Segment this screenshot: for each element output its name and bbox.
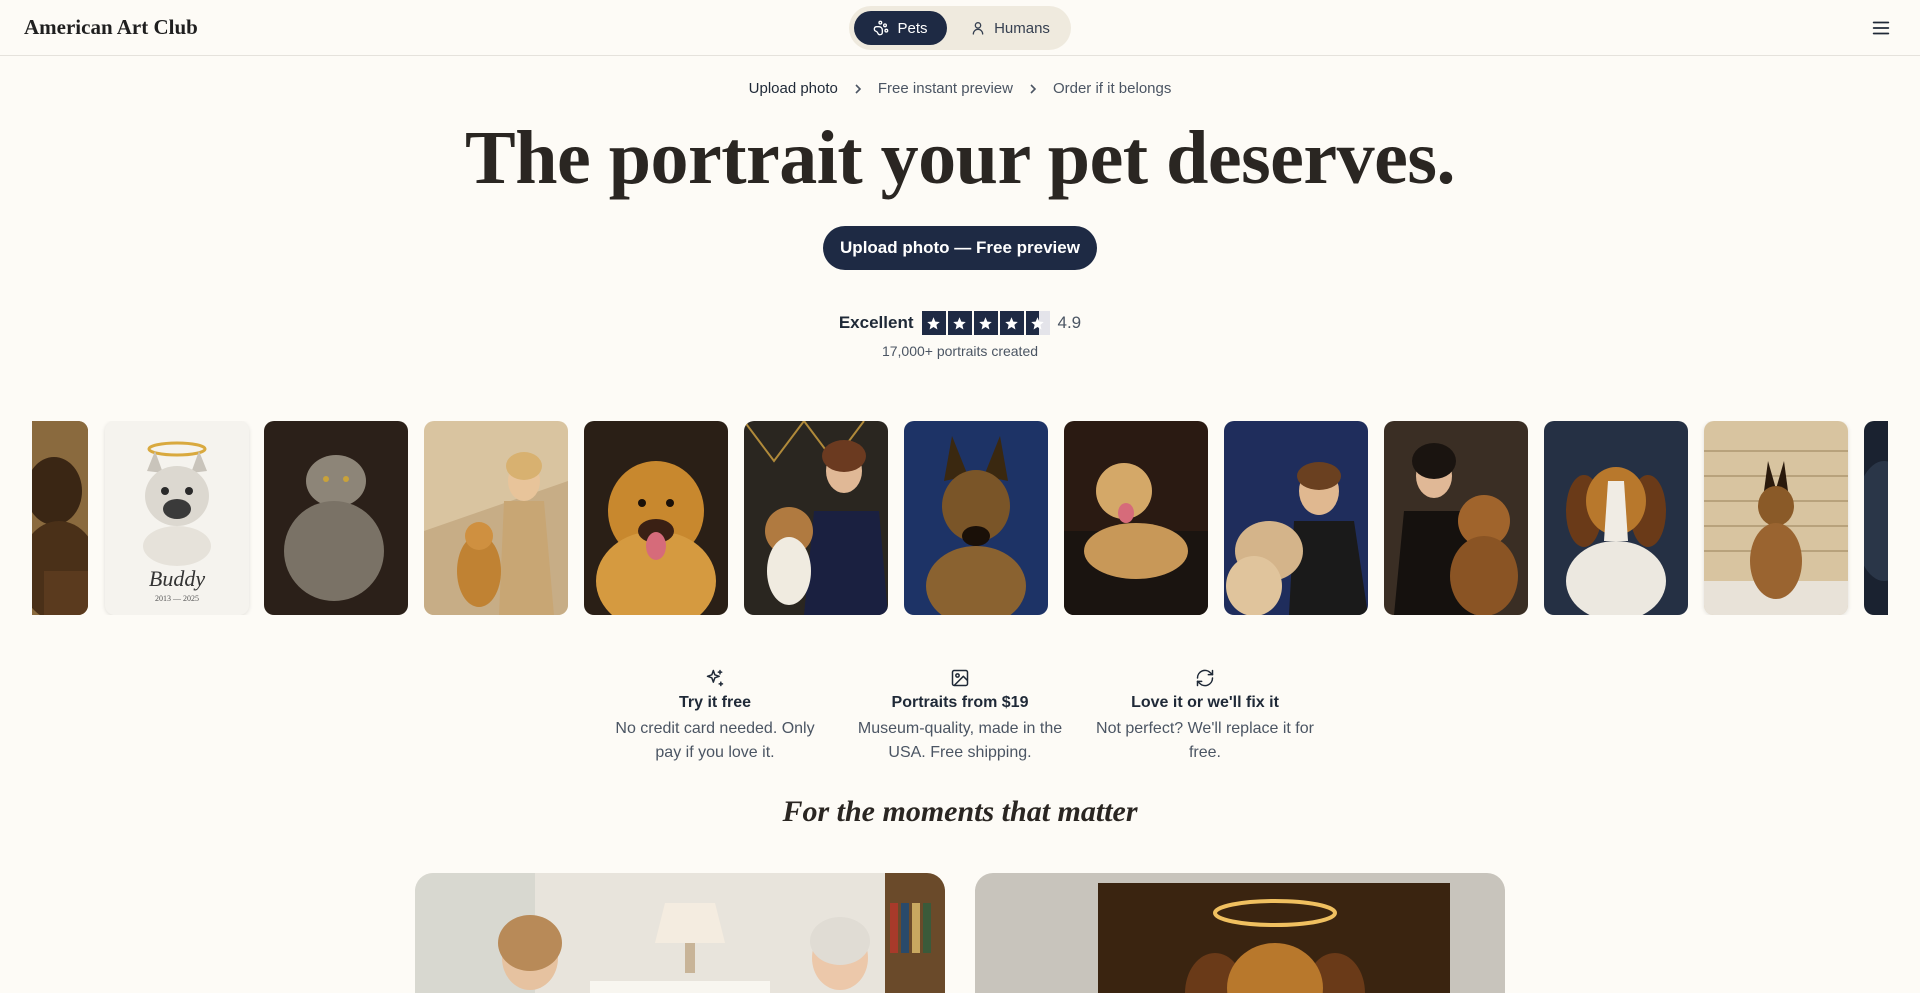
menu-button[interactable] [1870, 17, 1892, 39]
chevron-right-icon [855, 83, 862, 94]
dark-portrait-image [1864, 421, 1888, 615]
feature-description: No credit card needed. Only pay if you l… [615, 720, 815, 761]
star-rating [921, 311, 1050, 335]
hero-title: The portrait your pet deserves. [465, 116, 1455, 200]
family-with-portrait-image [415, 873, 945, 993]
half-star-icon [1025, 311, 1050, 335]
grey-cat-portrait-image [264, 421, 408, 615]
brand-logo[interactable]: American Art Club [24, 15, 198, 40]
menu-icon [1872, 21, 1890, 35]
feature-try-free: Try it free No credit card needed. Only … [601, 668, 829, 765]
gallery-tile[interactable] [584, 421, 728, 615]
boy-with-dog-image [1224, 421, 1368, 615]
gallery-tile[interactable] [32, 421, 88, 615]
golden-retriever-with-woman-image [424, 421, 568, 615]
gallery-tile[interactable] [1224, 421, 1368, 615]
portrait-gallery[interactable]: Buddy 2013 — 2025 [32, 421, 1888, 615]
gallery-tile[interactable] [1064, 421, 1208, 615]
person-icon [972, 22, 984, 35]
paw-icon [874, 20, 889, 36]
gallery-tile[interactable] [424, 421, 568, 615]
feature-pricing: Portraits from $19 Museum-quality, made … [846, 668, 1074, 765]
star-icon [921, 311, 946, 335]
gallery-tile[interactable] [1384, 421, 1528, 615]
gallery-tile[interactable] [264, 421, 408, 615]
moment-card-memorial[interactable] [975, 873, 1505, 993]
feature-title: Love it or we'll fix it [1131, 694, 1279, 711]
moment-card-family[interactable] [415, 873, 945, 993]
star-icon [999, 311, 1024, 335]
feature-title: Try it free [678, 694, 752, 711]
feature-description: Not perfect? We'll replace it for free. [1096, 720, 1314, 761]
feature-guarantee: Love it or we'll fix it Not perfect? We'… [1091, 668, 1319, 765]
toggle-pets-button[interactable]: Pets [854, 11, 947, 45]
star-icon [973, 311, 998, 335]
toggle-humans-label: Humans [994, 19, 1050, 37]
gallery-tile[interactable] [1704, 421, 1848, 615]
portraits-count: 17,000+ portraits created [881, 343, 1039, 359]
moments-heading: For the moments that matter [782, 795, 1138, 828]
rating-score: 4.9 [1057, 313, 1082, 332]
german-shepherd-blue-image [904, 421, 1048, 615]
beagle-portrait-image [1544, 421, 1688, 615]
memorial-name: Buddy [148, 566, 206, 591]
golden-retriever-portrait-image [584, 421, 728, 615]
feature-description: Museum-quality, made in the USA. Free sh… [857, 720, 1063, 761]
gallery-tile[interactable] [904, 421, 1048, 615]
woman-with-boxer-image [1384, 421, 1528, 615]
rating-label: Excellent [838, 313, 914, 332]
sparkle-icon [706, 669, 724, 687]
beagle-with-woman-image [744, 421, 888, 615]
gallery-tile[interactable] [1864, 421, 1888, 615]
gallery-tile[interactable]: Buddy 2013 — 2025 [105, 421, 249, 615]
german-shepherd-portrait-image [32, 421, 88, 615]
memorial-dates: 2013 — 2025 [155, 594, 199, 603]
step-order: Order if it belongs [1052, 80, 1172, 97]
gallery-tile[interactable] [744, 421, 888, 615]
site-header: American Art Club Pets Humans [0, 0, 1920, 56]
step-free-preview: Free instant preview [877, 80, 1013, 97]
audience-toggle: Pets Humans [849, 6, 1071, 50]
refresh-icon [1196, 669, 1214, 687]
rating-summary: Excellent 4.9 [0, 311, 1920, 335]
feature-title: Portraits from $19 [891, 694, 1029, 711]
beagle-memorial-portrait-image [975, 873, 1505, 993]
labrador-on-chair-image [1064, 421, 1208, 615]
toggle-pets-label: Pets [897, 19, 928, 37]
upload-photo-button[interactable]: Upload photo — Free preview [823, 226, 1097, 270]
step-upload-photo: Upload photo [748, 80, 838, 97]
gallery-tile[interactable] [1544, 421, 1688, 615]
steps-breadcrumb: Upload photo Free instant preview Order … [0, 80, 1920, 97]
star-icon [947, 311, 972, 335]
chevron-right-icon [1030, 83, 1037, 94]
german-shepherd-stairs-image [1704, 421, 1848, 615]
toggle-humans-button[interactable]: Humans [955, 11, 1065, 45]
image-icon [951, 669, 969, 687]
